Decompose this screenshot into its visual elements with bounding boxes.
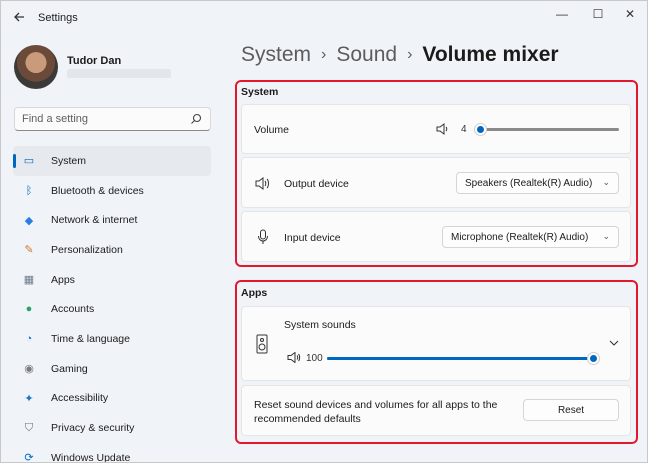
input-device-label: Input device [284, 232, 341, 244]
volume-slider-track[interactable] [474, 128, 619, 131]
sidebar-item-network-internet[interactable]: ◆ Network & internet [13, 205, 211, 235]
breadcrumb-system[interactable]: System [241, 43, 311, 67]
volume-card: Volume 4 [241, 104, 631, 154]
sidebar-item-label: Privacy & security [51, 422, 135, 435]
reset-card: Reset sound devices and volumes for all … [241, 385, 631, 436]
close-icon: ✕ [624, 7, 636, 21]
system-section-title: System [241, 86, 279, 98]
output-device-card: Output device Speakers (Realtek(R) Audio… [241, 157, 631, 208]
wifi-icon: ◆ [24, 214, 34, 227]
sidebar-item-system[interactable]: ▭ System [13, 146, 211, 176]
sidebar-item-bluetooth-devices[interactable]: ᛒ Bluetooth & devices [13, 176, 211, 206]
search-placeholder: Find a setting [22, 113, 89, 125]
apps-section-title: Apps [241, 287, 268, 299]
sidebar-item-gaming[interactable]: ◉ Gaming [13, 354, 211, 384]
sidebar-item-apps[interactable]: ▦ Apps [13, 265, 211, 295]
input-device-card: Input device Microphone (Realtek(R) Audi… [241, 211, 631, 262]
back-button[interactable] [9, 7, 29, 27]
sidebar-item-label: Accounts [51, 303, 95, 316]
system-sounds-speaker-icon [256, 334, 268, 354]
shield-icon: ⛉ [24, 421, 34, 434]
search-input[interactable]: Find a setting [14, 107, 211, 131]
page-title: Volume mixer [422, 43, 559, 66]
output-device-dropdown[interactable]: Speakers (Realtek(R) Audio) ⌄ [456, 172, 619, 194]
clock-icon: ◔ [25, 332, 33, 345]
sidebar-item-accessibility[interactable]: ✦ Accessibility [13, 384, 211, 414]
sidebar-item-accounts[interactable]: ● Accounts [13, 294, 211, 324]
volume-slider-thumb[interactable] [474, 123, 487, 136]
app-title: Settings [38, 12, 78, 24]
sidebar-item-windows-update[interactable]: ⟳ Windows Update [13, 443, 211, 463]
breadcrumb-sound[interactable]: Sound [336, 43, 397, 67]
volume-icon [287, 352, 301, 363]
system-sounds-card[interactable]: System sounds 100 [241, 306, 631, 381]
back-arrow-icon [14, 12, 24, 22]
sidebar-item-privacy-security[interactable]: ⛉ Privacy & security [13, 413, 211, 443]
brush-icon: ✎ [24, 244, 34, 257]
system-sounds-label: System sounds [284, 319, 356, 331]
speaker-output-icon [255, 177, 269, 190]
volume-label: Volume [254, 124, 290, 136]
sidebar-item-label: System [51, 154, 87, 167]
sidebar-item-personalization[interactable]: ✎ Personalization [13, 235, 211, 265]
output-device-selected: Speakers (Realtek(R) Audio) [465, 177, 593, 189]
system-icon: ▭ [23, 155, 35, 168]
profile-email-redacted [67, 69, 171, 78]
minimize-button[interactable]: — [547, 5, 577, 23]
minimize-icon: — [556, 7, 568, 21]
reset-button[interactable]: Reset [523, 399, 619, 421]
sidebar-item-label: Bluetooth & devices [51, 184, 144, 197]
gamepad-icon: ◉ [24, 363, 34, 376]
system-sounds-slider-thumb[interactable] [587, 352, 600, 365]
sidebar-item-label: Network & internet [51, 214, 138, 227]
maximize-icon: ☐ [592, 7, 604, 21]
sidebar-item-label: Personalization [51, 243, 123, 256]
microphone-icon [258, 229, 268, 244]
system-sounds-value: 100 [306, 353, 323, 364]
accessibility-icon: ✦ [24, 392, 34, 405]
input-device-selected: Microphone (Realtek(R) Audio) [451, 231, 589, 243]
breadcrumb: System › Sound › Volume mixer [241, 43, 559, 67]
bluetooth-icon: ᛒ [25, 184, 33, 197]
close-button[interactable]: ✕ [615, 5, 645, 23]
profile-name: Tudor Dan [67, 55, 122, 67]
settings-window: Settings — ☐ ✕ Tudor Dan Find a setting … [0, 0, 648, 463]
sidebar-item-label: Time & language [51, 332, 130, 345]
maximize-button[interactable]: ☐ [583, 5, 613, 23]
accounts-icon: ● [25, 303, 33, 316]
sidebar-item-label: Gaming [51, 362, 88, 375]
update-icon: ⟳ [24, 452, 34, 463]
chevron-down-icon: ⌄ [602, 177, 610, 187]
input-device-dropdown[interactable]: Microphone (Realtek(R) Audio) ⌄ [442, 226, 619, 248]
system-sounds-slider-fill [327, 357, 593, 360]
sidebar-nav: ▭ System ᛒ Bluetooth & devices ◆ Network & in… [13, 146, 211, 463]
title-bar: Settings — ☐ ✕ [1, 1, 647, 33]
output-device-label: Output device [284, 178, 349, 190]
sidebar-item-label: Windows Update [51, 451, 131, 463]
sidebar-item-time-language[interactable]: ◔ Time & language [13, 324, 211, 354]
sidebar-item-label: Accessibility [51, 392, 109, 405]
breadcrumb-separator: › [407, 46, 413, 63]
search-icon [191, 113, 202, 124]
sidebar-item-label: Apps [51, 273, 75, 286]
chevron-down-icon: ⌄ [602, 231, 610, 241]
avatar[interactable] [14, 45, 58, 89]
speaker-icon [436, 123, 448, 135]
breadcrumb-separator: › [321, 46, 327, 63]
chevron-down-icon[interactable] [609, 340, 619, 347]
volume-value: 4 [461, 124, 467, 135]
apps-icon: ▦ [23, 274, 35, 287]
reset-description: Reset sound devices and volumes for all … [254, 399, 498, 425]
